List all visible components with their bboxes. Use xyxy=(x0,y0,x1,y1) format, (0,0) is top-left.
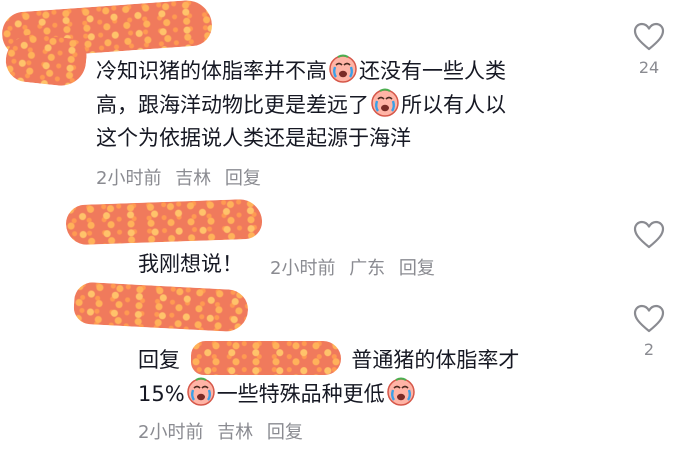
heart-outline-icon xyxy=(633,304,665,333)
reply-button[interactable]: 回复 xyxy=(225,168,261,189)
like-button[interactable]: 24 xyxy=(624,22,674,77)
comment-location: 吉林 xyxy=(175,168,212,189)
comment-text: 冷知识猪的体脂率并不高 还没有一些人类 高，跟海洋动物比更是差远了 所以有人以 这个… xyxy=(96,54,506,155)
heart-outline-icon xyxy=(633,22,665,51)
crying-face-icon xyxy=(186,377,215,406)
redacted-reply-target xyxy=(190,341,341,375)
reply-button[interactable]: 回复 xyxy=(399,258,435,279)
like-button[interactable] xyxy=(624,220,674,256)
redacted-avatar xyxy=(3,31,89,89)
comment-time: 2小时前 xyxy=(96,168,162,189)
like-button[interactable]: 2 xyxy=(624,304,674,359)
like-count: 2 xyxy=(643,340,655,359)
crying-face-icon xyxy=(371,88,399,117)
comment-meta: 2小时前 吉林 回复 xyxy=(138,418,311,444)
like-count: 24 xyxy=(638,58,660,77)
crying-face-icon xyxy=(329,54,357,83)
reply-button[interactable]: 回复 xyxy=(267,422,303,443)
comment-meta: 2小时前 广东 回复 xyxy=(270,254,443,280)
heart-outline-icon xyxy=(633,220,665,249)
comment-text: 我刚想说！ xyxy=(138,252,243,276)
crying-face-icon xyxy=(386,377,415,406)
comment-meta: 2小时前 吉林 回复 xyxy=(96,164,269,190)
redacted-username xyxy=(65,198,263,246)
comment-location: 广东 xyxy=(349,258,386,279)
reply-prefix: 回复 xyxy=(138,348,180,372)
comment-text: 回复 普通猪的体脂率才 15% 一些特殊品种更低 xyxy=(138,341,519,411)
redacted-username xyxy=(73,281,249,333)
comment-time: 2小时前 xyxy=(270,258,336,279)
comment-location: 吉林 xyxy=(217,422,254,443)
comment-time: 2小时前 xyxy=(138,422,204,443)
